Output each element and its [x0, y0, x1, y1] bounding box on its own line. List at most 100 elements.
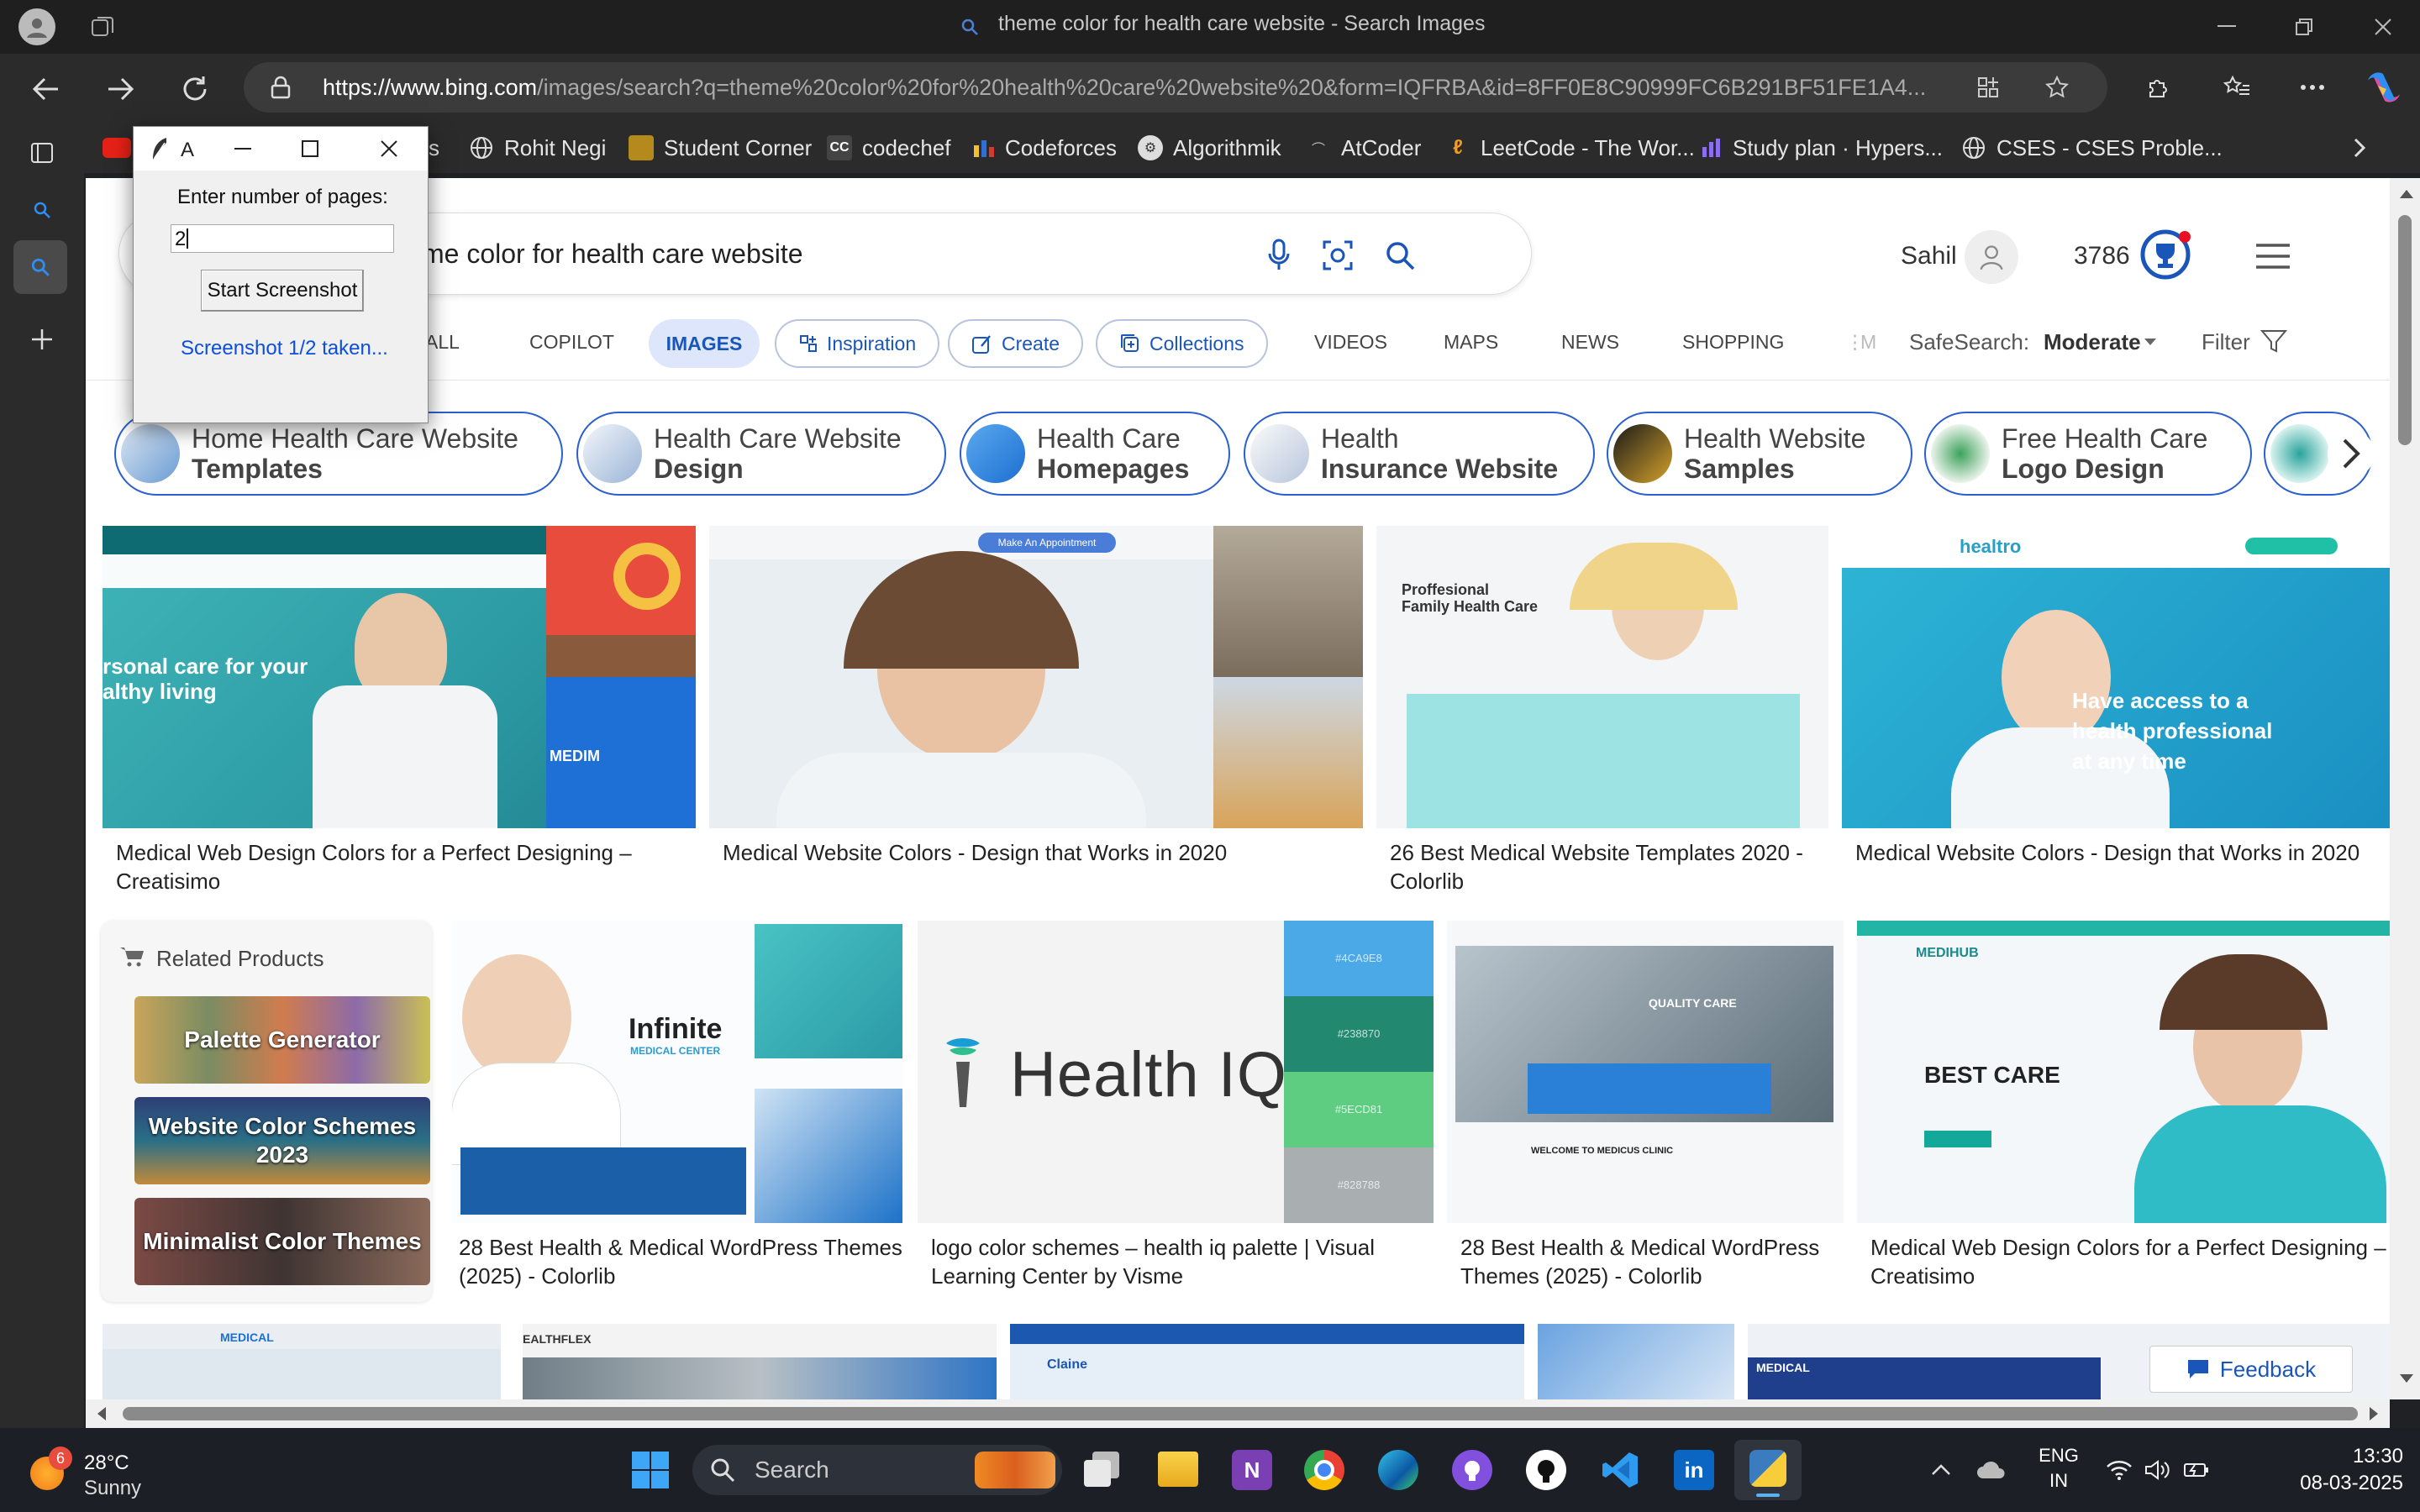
- minimize-button[interactable]: [2202, 8, 2252, 45]
- tab-images[interactable]: IMAGES: [649, 319, 760, 368]
- tab-shopping[interactable]: SHOPPING: [1682, 331, 1784, 354]
- result-image-row3-2[interactable]: EALTHFLEX: [523, 1324, 997, 1399]
- tab-all[interactable]: ALL: [425, 331, 460, 354]
- file-explorer-icon[interactable]: [1158, 1452, 1198, 1487]
- github-desktop-icon[interactable]: [1452, 1450, 1492, 1490]
- wifi-icon[interactable]: [2104, 1457, 2134, 1483]
- chips-next-icon[interactable]: [2328, 430, 2375, 477]
- chip-health-website-samples[interactable]: Health Website Samples: [1607, 412, 1912, 496]
- task-view-icon[interactable]: [1084, 1452, 1121, 1488]
- battery-icon[interactable]: [2181, 1457, 2212, 1483]
- caption[interactable]: 28 Best Health & Medical WordPress Theme…: [459, 1233, 904, 1290]
- vertical-scrollbar[interactable]: [2390, 178, 2420, 1399]
- safesearch-dropdown-icon[interactable]: [2143, 336, 2158, 348]
- chip-free-health-care-logo[interactable]: Free Health Care Logo Design: [1924, 412, 2252, 496]
- rewards-trophy-icon[interactable]: [2136, 225, 2195, 284]
- github-icon[interactable]: [1526, 1450, 1566, 1490]
- chevron-right-icon[interactable]: [2344, 133, 2375, 163]
- collections-pill[interactable]: Collections: [1096, 319, 1268, 368]
- feedback-button[interactable]: Feedback: [2149, 1346, 2353, 1393]
- caption[interactable]: logo color schemes – health iq palette |…: [931, 1233, 1435, 1290]
- create-pill[interactable]: Create: [948, 319, 1084, 368]
- profile-avatar-icon[interactable]: [18, 8, 55, 45]
- start-screenshot-button[interactable]: Start Screenshot: [201, 270, 364, 312]
- back-icon[interactable]: [25, 69, 66, 109]
- caption[interactable]: Medical Website Colors - Design that Wor…: [723, 838, 1361, 867]
- more-options-icon[interactable]: [2294, 69, 2331, 106]
- search-query[interactable]: me color for health care website: [422, 239, 803, 270]
- microphone-icon[interactable]: [1259, 235, 1299, 276]
- result-image-healthflex[interactable]: QUALITY CARE WELCOME TO MEDICUS CLINIC: [1447, 921, 1844, 1223]
- workspaces-icon[interactable]: [87, 12, 118, 42]
- rewards-points[interactable]: 3786: [2074, 242, 2130, 270]
- favorite-study-plan[interactable]: Study plan · Hypers...: [1701, 131, 1943, 165]
- show-hidden-icons-icon[interactable]: [1928, 1457, 1954, 1483]
- edge-icon[interactable]: [1378, 1450, 1418, 1490]
- close-window-button[interactable]: [2358, 8, 2408, 45]
- safesearch-value[interactable]: Moderate: [2044, 329, 2141, 355]
- horizontal-scrollbar[interactable]: [86, 1399, 2390, 1428]
- favorite-algorithmik[interactable]: ⚙ Algorithmik: [1138, 131, 1281, 165]
- favorite-student-corner[interactable]: Student Corner: [629, 131, 812, 165]
- caption[interactable]: Medical Website Colors - Design that Wor…: [1855, 838, 2390, 867]
- caption[interactable]: 28 Best Health & Medical WordPress Theme…: [1460, 1233, 1847, 1290]
- tab-news[interactable]: NEWS: [1561, 331, 1619, 354]
- youtube-icon[interactable]: [103, 138, 131, 158]
- result-image-healtro[interactable]: healtro Have access to a health professi…: [1842, 526, 2390, 828]
- filter-icon[interactable]: [2259, 326, 2289, 356]
- result-image-row3-1[interactable]: MEDICAL: [103, 1324, 501, 1399]
- favorite-leetcode[interactable]: ℓ LeetCode - The Wor...: [1445, 131, 1695, 165]
- taskbar-search[interactable]: Search: [692, 1445, 1062, 1495]
- favorite-codeforces[interactable]: Codeforces: [973, 131, 1117, 165]
- result-image-medical-colors[interactable]: Make An Appointment: [709, 526, 1363, 828]
- visual-search-icon[interactable]: [1318, 235, 1358, 276]
- bing-tab-icon[interactable]: [25, 193, 59, 227]
- user-name[interactable]: Sahil: [1901, 242, 1957, 270]
- chip-home-health-care[interactable]: Home Health Care Website Templates: [114, 412, 563, 496]
- scroll-thumb[interactable]: [123, 1407, 2358, 1420]
- chip-health-care-website-design[interactable]: Health Care Website Design: [576, 412, 946, 496]
- favorite-codechef[interactable]: CC codechef: [827, 131, 951, 165]
- chrome-icon[interactable]: [1304, 1450, 1344, 1490]
- start-button-icon[interactable]: [629, 1448, 672, 1492]
- favorites-list-icon[interactable]: [2218, 69, 2255, 106]
- app-available-icon[interactable]: [1973, 72, 2003, 102]
- cloud-sync-icon[interactable]: [1975, 1455, 2008, 1485]
- active-tab-icon[interactable]: [13, 240, 67, 294]
- user-avatar-icon[interactable]: [1965, 230, 2018, 284]
- favorite-cses[interactable]: CSES - CSES Proble...: [1961, 131, 2223, 165]
- weather-widget[interactable]: 6 28°C Sunny: [24, 1441, 166, 1500]
- lock-icon[interactable]: [267, 74, 294, 101]
- scroll-down-arrow[interactable]: [2400, 1374, 2413, 1383]
- dialog-minimize-button[interactable]: [224, 134, 261, 164]
- related-minimalist-color-themes[interactable]: Minimalist Color Themes: [134, 1198, 430, 1285]
- result-image-row3-4[interactable]: [1538, 1324, 1734, 1399]
- related-website-color-schemes[interactable]: Website Color Schemes 2023: [134, 1097, 430, 1184]
- language-indicator[interactable]: ENG IN: [2033, 1445, 2084, 1495]
- dialog-maximize-button[interactable]: [292, 134, 329, 164]
- search-icon[interactable]: [1380, 235, 1420, 276]
- address-bar[interactable]: https://www.bing.com/images/search?q=the…: [244, 62, 2107, 113]
- favorite-s[interactable]: s: [429, 131, 439, 165]
- favorite-atcoder[interactable]: ⌒ AtCoder: [1306, 131, 1421, 165]
- caption[interactable]: 26 Best Medical Website Templates 2020 -…: [1390, 838, 1827, 895]
- scroll-thumb[interactable]: [2398, 215, 2412, 445]
- favorite-rohit-negi[interactable]: Rohit Negi: [469, 131, 606, 165]
- new-tab-icon[interactable]: [24, 321, 60, 358]
- dialog-close-button[interactable]: [371, 134, 408, 164]
- tab-videos[interactable]: VIDEOS: [1314, 331, 1387, 354]
- caption[interactable]: Medical Web Design Colors for a Perfect …: [116, 838, 696, 895]
- result-image-colorlib-templates[interactable]: Proffesional Family Health Care: [1376, 526, 1828, 828]
- pages-input[interactable]: 2: [171, 224, 394, 253]
- volume-icon[interactable]: [2143, 1457, 2173, 1483]
- result-image-medihub[interactable]: MEDIHUB BEST CARE: [1857, 921, 2390, 1223]
- chip-health-insurance-website[interactable]: Health Insurance Website: [1244, 412, 1595, 496]
- clock[interactable]: 13:30 08-03-2025: [2235, 1445, 2403, 1495]
- linkedin-icon[interactable]: in: [1674, 1450, 1714, 1490]
- tab-copilot[interactable]: COPILOT: [529, 331, 614, 354]
- tab-actions-icon[interactable]: [24, 134, 60, 171]
- related-palette-generator[interactable]: Palette Generator: [134, 996, 430, 1084]
- tab-maps[interactable]: MAPS: [1444, 331, 1498, 354]
- python-app-icon[interactable]: [1734, 1440, 1802, 1500]
- favorite-star-icon[interactable]: [2042, 72, 2072, 102]
